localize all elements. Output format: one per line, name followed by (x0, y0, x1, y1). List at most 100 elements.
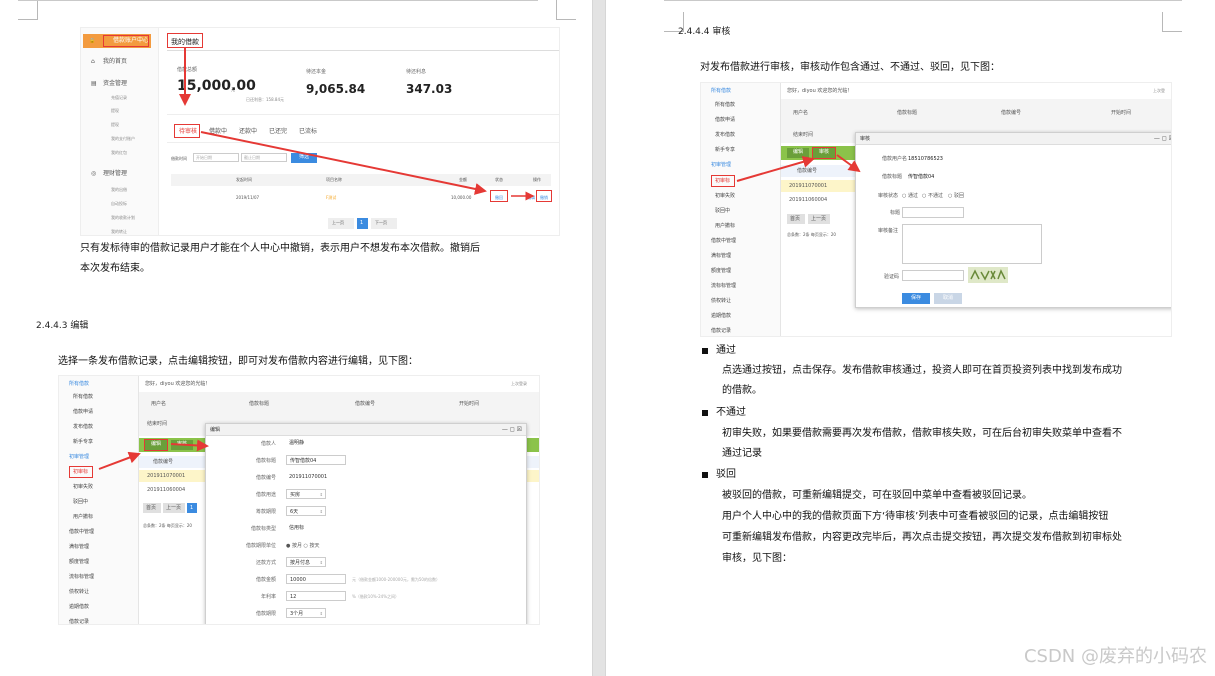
sidebar-group-first-audit[interactable]: 初审管理 (701, 159, 781, 171)
menu-finance-item[interactable]: 我的转让 (111, 228, 127, 235)
sidebar-group[interactable]: 逾期借款 (701, 310, 781, 322)
menu-finance-item[interactable]: 自动投标 (111, 200, 127, 208)
audit-button[interactable]: 审核 (171, 440, 193, 450)
text-field[interactable]: 10000 (286, 574, 346, 584)
radio-fail[interactable]: ○ 不通过 (922, 192, 943, 200)
sidebar-item[interactable]: 初审失败 (59, 481, 139, 493)
menu-funds-item[interactable]: 提现 (111, 121, 119, 129)
radio-period-unit[interactable]: ● 按月 ○ 按天 (286, 542, 320, 550)
sidebar-item[interactable]: 所有借款 (59, 391, 139, 403)
radio-pass[interactable]: ○ 通过 (902, 192, 918, 200)
sidebar-group[interactable]: 借款记录 (701, 325, 781, 336)
table-cell-link[interactable]: F测试 (326, 194, 336, 202)
field-label: 借款金额 (255, 577, 276, 583)
end-date-input[interactable]: 截止日期 (241, 153, 287, 162)
pager-prev[interactable]: 上一页 (328, 218, 354, 229)
text-field[interactable]: 传智借款04 (286, 455, 346, 465)
text-field[interactable]: 12 (286, 591, 346, 601)
sidebar-item[interactable]: 驳回中 (701, 205, 781, 217)
chevron-down-icon: ⇕ (319, 509, 323, 514)
captcha-image[interactable] (968, 267, 1008, 283)
pager-prev[interactable]: 上一页 (808, 214, 830, 224)
sidebar-group[interactable]: 借款记录 (59, 616, 139, 624)
tag-input[interactable] (902, 207, 964, 218)
sidebar-item[interactable]: 所有借款 (701, 99, 781, 111)
filter-label: 开始时间 (459, 401, 480, 407)
menu-home[interactable]: 我的首页 (103, 58, 127, 66)
bullet-title: 通过 (716, 345, 736, 356)
start-date-input[interactable]: 开始日期 (193, 153, 239, 162)
sidebar-item[interactable]: 借款申请 (59, 406, 139, 418)
captcha-glyphs (970, 269, 1006, 281)
pager-first[interactable]: 首页 (787, 214, 805, 224)
sidebar-item[interactable]: 发布借款 (59, 421, 139, 433)
window-controls-icon[interactable]: — ◻ ☒ (502, 426, 522, 434)
sidebar-item[interactable]: 驳回中 (59, 496, 139, 508)
page-corner-mark (556, 0, 576, 20)
sidebar-group-first-audit[interactable]: 初审管理 (59, 451, 139, 463)
select-field[interactable]: 按月付息 ⇕ (286, 557, 326, 567)
pager-page[interactable]: 1 (187, 503, 197, 513)
chevron-down-icon: ⇕ (319, 492, 323, 497)
sidebar-group-all-loans[interactable]: 所有借款 (701, 85, 781, 97)
filter-label: 开始时间 (1111, 110, 1132, 116)
menu-finance-item[interactable]: 我的收款计划 (111, 214, 135, 222)
sidebar-group[interactable]: 逾期借款 (59, 601, 139, 613)
menu-funds-item[interactable]: 充值记录 (111, 94, 127, 102)
tab-loaning[interactable]: 借款中 (209, 128, 227, 136)
save-button[interactable]: 保存 (902, 293, 930, 304)
cancel-button[interactable]: 取消 (934, 293, 962, 304)
radio-reject[interactable]: ○ 驳回 (948, 192, 964, 200)
captcha-input[interactable] (902, 270, 964, 281)
select-field[interactable]: 6天 ⇕ (286, 506, 326, 516)
page-top-rule (664, 0, 1182, 1)
pager-first[interactable]: 首页 (143, 503, 161, 513)
highlight-box (536, 190, 552, 202)
sidebar-group[interactable]: 额度管理 (59, 556, 139, 568)
field-label: 审核备注 (878, 228, 899, 234)
filter-button[interactable]: 筛选 (291, 153, 317, 163)
edit-link[interactable]: 编辑 (527, 194, 535, 202)
sidebar-item[interactable]: 发布借款 (701, 129, 781, 141)
menu-finance-item[interactable]: 我的出借 (111, 186, 127, 194)
sidebar-item[interactable]: 新手专享 (59, 436, 139, 448)
sidebar-group[interactable]: 满标管理 (701, 250, 781, 262)
highlight-box (167, 33, 203, 48)
pager-page-label: 1 (360, 220, 364, 226)
sidebar-item[interactable]: 用户撤标 (701, 220, 781, 232)
sidebar-item[interactable]: 初审失败 (701, 190, 781, 202)
pager-prev[interactable]: 上一页 (163, 503, 185, 513)
menu-funds-item[interactable]: 我的红包 (111, 149, 127, 157)
tab-repaid[interactable]: 已还完 (269, 128, 287, 136)
sidebar-group[interactable]: 借款中管理 (701, 235, 781, 247)
menu-funds[interactable]: 资金管理 (103, 80, 127, 88)
table-summary: 总条数：2条 每页显示：20 (143, 523, 192, 528)
sidebar-group[interactable]: 额度管理 (701, 265, 781, 277)
pager-page[interactable]: 1 (357, 218, 368, 229)
sidebar-group[interactable]: 债权转让 (59, 586, 139, 598)
sidebar-group[interactable]: 流标标管理 (701, 280, 781, 292)
menu-funds-item[interactable]: 提现 (111, 107, 119, 115)
menu-finance[interactable]: 理财管理 (103, 170, 127, 178)
page-corner-mark (1162, 12, 1182, 32)
paragraph: 选择一条发布借款记录，点击编辑按钮，即可对发布借款内容进行编辑，见下图： (58, 356, 418, 367)
sidebar-item[interactable]: 借款申请 (701, 114, 781, 126)
sidebar-group[interactable]: 满标管理 (59, 541, 139, 553)
sidebar-group-all-loans[interactable]: 所有借款 (59, 378, 139, 390)
sidebar-item[interactable]: 用户撤标 (59, 511, 139, 523)
menu-funds-item[interactable]: 我的支付账户 (111, 135, 135, 143)
select-field[interactable]: 3个月 ⇕ (286, 608, 326, 618)
window-controls-icon[interactable]: — ◻ ☒ (1154, 135, 1171, 143)
pager-next[interactable]: 下一页 (371, 218, 397, 229)
tab-failed[interactable]: 已流标 (299, 128, 317, 136)
sidebar-item[interactable]: 新手专享 (701, 144, 781, 156)
edit-button[interactable]: 编辑 (787, 148, 809, 158)
select-field[interactable]: 买房 ⇕ (286, 489, 326, 499)
sidebar-group[interactable]: 债权转让 (701, 295, 781, 307)
field-label: 筹款期限 (255, 509, 276, 515)
remark-textarea[interactable] (902, 224, 1042, 264)
tab-repaying[interactable]: 还款中 (239, 128, 257, 136)
table-cell: 201911070001 (147, 473, 186, 479)
sidebar-group[interactable]: 借款中管理 (59, 526, 139, 538)
sidebar-group[interactable]: 流标标管理 (59, 571, 139, 583)
